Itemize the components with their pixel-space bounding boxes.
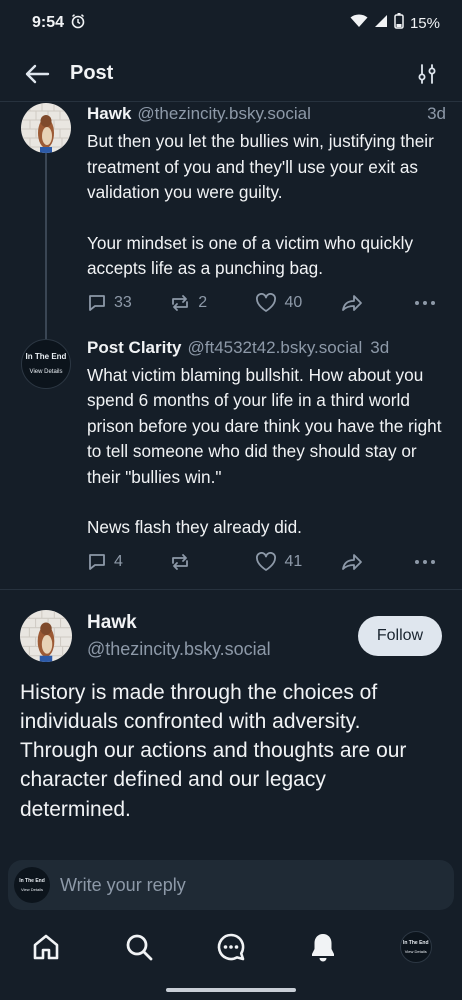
like-button[interactable]: 41	[255, 551, 340, 572]
avatar[interactable]: In The End View Details	[21, 338, 71, 389]
author-name[interactable]: Hawk	[87, 610, 271, 636]
post-time: 3d	[427, 104, 446, 123]
reply-count: 33	[114, 293, 132, 311]
reply-post[interactable]: Hawk @thezincity.bsky.social 3d But then…	[0, 103, 462, 318]
reply-composer[interactable]: In The End View Details Write your reply	[8, 860, 454, 910]
home-indicator[interactable]	[166, 988, 296, 992]
repost-count: 2	[198, 293, 208, 311]
avatar[interactable]	[21, 103, 71, 153]
post-actions: 33 2 40	[87, 288, 446, 318]
author-handle[interactable]: @ft4532t42.bsky.social	[187, 337, 362, 359]
top-bar: Post	[0, 46, 462, 102]
heart-icon	[256, 551, 277, 571]
reply-meta: Hawk @thezincity.bsky.social 3d	[87, 103, 446, 125]
share-button[interactable]	[341, 293, 414, 313]
thread-feed: Hawk @thezincity.bsky.social 3d But then…	[0, 103, 462, 860]
nav-chat[interactable]	[185, 932, 277, 962]
post-actions: 4 41	[87, 547, 446, 577]
profile-avatar[interactable]: In The End View Details	[399, 931, 432, 963]
main-post-author: Hawk @thezincity.bsky.social Follow	[20, 590, 442, 670]
share-button[interactable]	[341, 552, 414, 572]
post-text: But then you let the bullies win, justif…	[87, 129, 446, 282]
main-post-text: History is made through the choices of i…	[20, 680, 407, 821]
like-count: 41	[284, 552, 303, 570]
avatar: In The End View Details	[14, 867, 50, 903]
page-title: Post	[70, 62, 114, 84]
post-paragraph: But then you let the bullies win, justif…	[87, 131, 434, 202]
more-icon	[415, 559, 435, 564]
back-button[interactable]	[20, 57, 54, 91]
battery-percent: 15%	[409, 14, 440, 32]
status-time: 9:54	[32, 14, 65, 31]
alarm-icon	[70, 13, 86, 33]
share-icon	[341, 553, 362, 570]
search-icon	[126, 934, 152, 961]
avatar-subtext: View Details	[21, 887, 43, 892]
more-icon	[415, 300, 435, 305]
reply-input[interactable]: Write your reply	[60, 875, 186, 896]
more-options-button[interactable]	[414, 559, 436, 565]
like-button[interactable]: 40	[255, 292, 340, 313]
more-options-button[interactable]	[414, 300, 436, 306]
avatar-subtext: View Details	[29, 368, 63, 375]
avatar-subtext: View Details	[404, 949, 427, 954]
arrow-left-icon	[25, 64, 50, 83]
comment-icon	[89, 553, 105, 570]
follow-button[interactable]: Follow	[358, 615, 442, 656]
avatar-text: In The End	[19, 878, 45, 884]
reply-count: 4	[114, 552, 123, 570]
reply-meta: Post Clarity @ft4532t42.bsky.social 3d	[87, 337, 446, 359]
reply-post[interactable]: In The End View Details Post Clarity @ft…	[0, 337, 462, 577]
reply-button[interactable]: 4	[87, 552, 169, 572]
repost-button[interactable]	[169, 552, 255, 572]
repost-icon	[172, 294, 189, 311]
author-name[interactable]: Post Clarity	[87, 337, 181, 359]
like-count: 40	[284, 293, 303, 311]
nav-profile[interactable]: In The End View Details	[370, 931, 462, 963]
nav-home[interactable]	[0, 932, 92, 962]
battery-icon	[394, 13, 404, 33]
chat-icon	[217, 933, 245, 961]
nav-notifications[interactable]	[277, 932, 369, 962]
reply-button[interactable]: 33	[87, 293, 169, 313]
share-icon	[341, 294, 362, 311]
repost-icon	[172, 553, 189, 570]
sliders-icon	[418, 63, 436, 84]
author-ids: Hawk @thezincity.bsky.social	[87, 610, 271, 662]
author-handle[interactable]: @thezincity.bsky.social	[87, 636, 271, 662]
signal-icon	[374, 14, 388, 32]
post-paragraph: Your mindset is one of a victim who quic…	[87, 232, 414, 279]
status-bar: 9:54 15%	[0, 0, 462, 46]
avatar-text: In The End	[25, 351, 67, 361]
author-name[interactable]: Hawk	[87, 103, 131, 125]
post-paragraph: News flash they already did.	[87, 517, 302, 537]
home-icon	[33, 934, 59, 960]
post-time: 3d	[370, 337, 390, 357]
avatar[interactable]	[20, 609, 72, 662]
thread-settings-button[interactable]	[412, 59, 442, 89]
bell-icon	[312, 934, 335, 962]
repost-button[interactable]: 2	[169, 293, 255, 313]
nav-search[interactable]	[92, 932, 184, 962]
avatar-text: In The End	[402, 940, 429, 946]
post-paragraph: What victim blaming bullshit. How about …	[87, 364, 442, 487]
wifi-icon	[350, 14, 368, 32]
comment-icon	[89, 294, 105, 311]
main-post: Hawk @thezincity.bsky.social Follow Hist…	[0, 588, 462, 824]
post-text: What victim blaming bullshit. How about …	[87, 363, 446, 541]
author-handle[interactable]: @thezincity.bsky.social	[137, 103, 310, 125]
bottom-nav: In The End View Details	[0, 912, 462, 982]
heart-icon	[256, 292, 277, 312]
